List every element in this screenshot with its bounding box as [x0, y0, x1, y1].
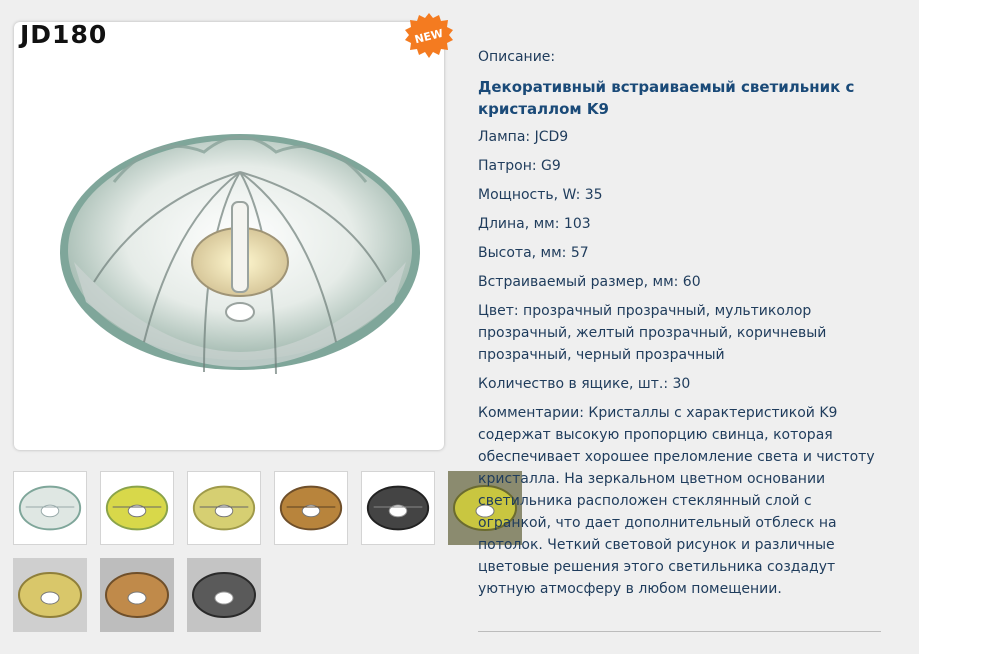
thumbnail-black-lit[interactable] [187, 558, 261, 632]
section-label: Описание: [478, 49, 556, 65]
thumbnail-image [13, 558, 87, 632]
thumbnail-brown[interactable] [274, 471, 348, 545]
new-badge-icon: NEW [405, 13, 453, 58]
spec-color: Цвет: прозрачный прозрачный, мультиколор… [478, 303, 827, 363]
thumbnail-yellow[interactable] [187, 471, 261, 545]
spec-socket: Патрон: G9 [478, 158, 561, 174]
spec-height: Высота, мм: 57 [478, 245, 589, 261]
product-code: JD180 [20, 20, 108, 49]
new-badge: NEW [404, 12, 454, 62]
thumbnail-image [279, 485, 343, 531]
thumbnail-image [105, 485, 169, 531]
thumbnail-image [366, 485, 430, 531]
thumbnail-black[interactable] [361, 471, 435, 545]
main-image-card[interactable] [14, 22, 444, 450]
spec-length: Длина, мм: 103 [478, 216, 591, 232]
spec-lamp: Лампа: JCD9 [478, 129, 569, 145]
crystal-lamp-image [60, 134, 420, 375]
spec-cutout: Встраиваемый размер, мм: 60 [478, 274, 701, 290]
thumbnail-image [18, 485, 82, 531]
spec-comments: Комментарии: Кристаллы с характеристикой… [478, 405, 875, 597]
thumbnail-image [100, 558, 174, 632]
spec-box-qty: Количество в ящике, шт.: 30 [478, 376, 691, 392]
thumbnail-image [187, 558, 261, 632]
thumbnail-yellow-lit[interactable] [13, 558, 87, 632]
product-title: Декоративный встраиваемый светильник с к… [478, 78, 855, 118]
product-photo[interactable] [54, 112, 426, 412]
thumbnail-clear[interactable] [13, 471, 87, 545]
thumbnail-brown-lit[interactable] [100, 558, 174, 632]
product-panel: JD180 NEW Описание: Декоративный встраив… [0, 0, 919, 654]
spec-power: Мощность, W: 35 [478, 187, 603, 203]
thumbnail-image [192, 485, 256, 531]
thumbnail-multicolor[interactable] [100, 471, 174, 545]
divider [478, 631, 881, 632]
